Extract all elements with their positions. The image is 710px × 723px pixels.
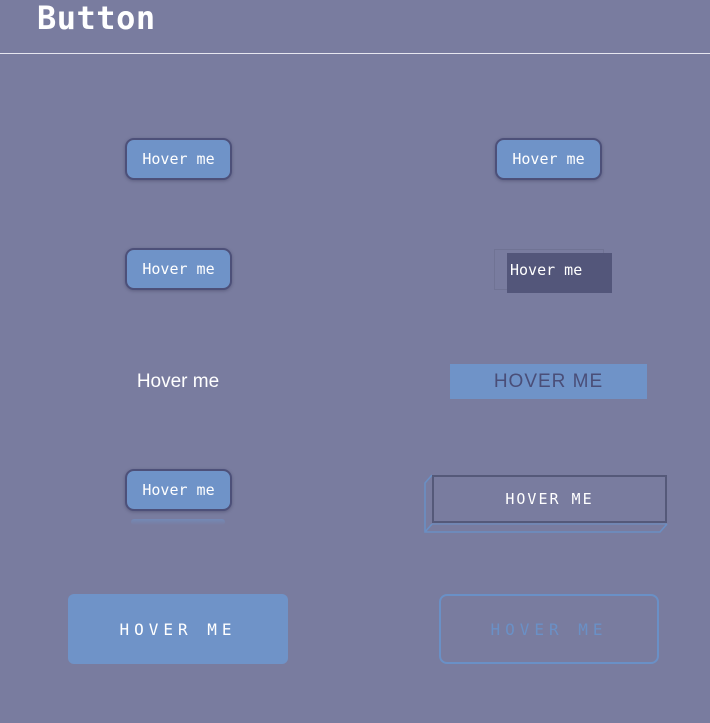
title-divider xyxy=(0,53,710,54)
page-title: Button xyxy=(37,0,156,37)
hover-button-8[interactable]: HOVER ME xyxy=(432,475,667,523)
hover-button-2[interactable]: Hover me xyxy=(495,138,602,180)
hover-button-5[interactable]: Hover me xyxy=(118,366,238,398)
button-reflection xyxy=(131,519,225,525)
hover-button-4[interactable]: Hover me xyxy=(507,253,612,293)
hover-button-7[interactable]: Hover me xyxy=(125,469,232,511)
hover-button-9[interactable]: HOVER ME xyxy=(68,594,288,664)
hover-button-10[interactable]: HOVER ME xyxy=(439,594,659,664)
hover-button-3[interactable]: Hover me xyxy=(125,248,232,290)
hover-button-6[interactable]: HOVER ME xyxy=(450,364,647,399)
hover-button-1[interactable]: Hover me xyxy=(125,138,232,180)
